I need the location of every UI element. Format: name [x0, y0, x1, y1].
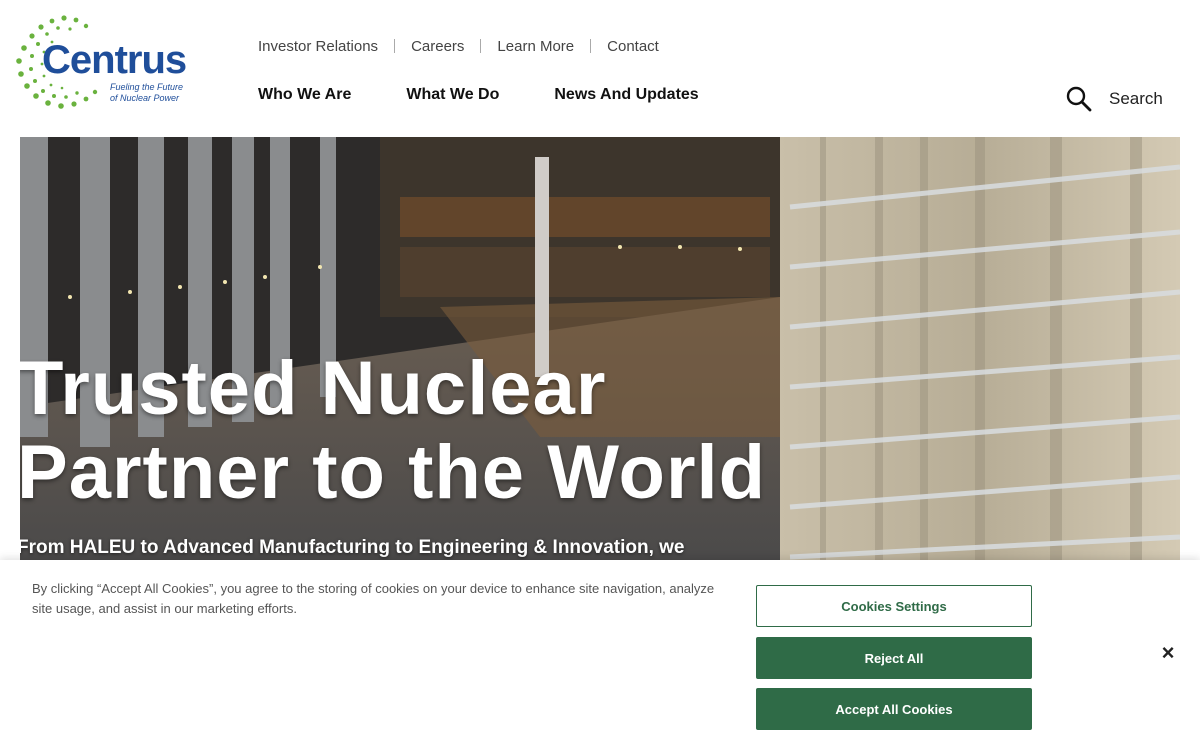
- cookie-consent-banner: By clicking “Accept All Cookies”, you ag…: [0, 560, 1200, 750]
- search-button[interactable]: Search: [1066, 86, 1163, 112]
- nav-divider: [590, 39, 592, 53]
- nav-what-we-do[interactable]: What We Do: [406, 86, 499, 104]
- nav-who-we-are[interactable]: Who We Are: [258, 86, 351, 104]
- logo-tagline-line1: Fueling the Future: [110, 82, 184, 92]
- nav-learn-more[interactable]: Learn More: [497, 38, 574, 55]
- search-label: Search: [1109, 89, 1163, 108]
- hero-banner: Trusted Nuclear Partner to the World Fro…: [20, 137, 1180, 560]
- close-icon[interactable]: ×: [1155, 640, 1181, 666]
- nav-divider: [480, 39, 482, 53]
- cookies-settings-button[interactable]: Cookies Settings: [756, 585, 1032, 627]
- nav-news-and-updates[interactable]: News And Updates: [554, 86, 698, 104]
- hero-subtitle: From HALEU to Advanced Manufacturing to …: [20, 537, 685, 558]
- hero-title: Trusted Nuclear Partner to the World: [20, 347, 766, 515]
- nav-investor-relations[interactable]: Investor Relations: [258, 38, 378, 55]
- nav-careers[interactable]: Careers: [411, 38, 464, 55]
- hero-title-line2: Partner to the World: [20, 430, 767, 515]
- search-icon: [1066, 86, 1092, 112]
- main-nav: Who We Are What We Do News And Updates: [258, 86, 754, 104]
- site-header: Centrus Fueling the Future of Nuclear Po…: [0, 0, 1200, 137]
- hero-title-line1: Trusted Nuclear: [20, 346, 607, 431]
- logo-wordmark: Centrus: [42, 38, 187, 82]
- nav-contact[interactable]: Contact: [607, 38, 659, 55]
- logo-tagline-line2: of Nuclear Power: [110, 93, 180, 103]
- logo-tagline: Fueling the Future of Nuclear Power: [110, 82, 190, 104]
- centrus-logo[interactable]: Centrus Fueling the Future of Nuclear Po…: [14, 14, 190, 110]
- utility-nav: Investor Relations Careers Learn More Co…: [258, 37, 659, 55]
- reject-all-button[interactable]: Reject All: [756, 637, 1032, 679]
- accept-all-cookies-button[interactable]: Accept All Cookies: [756, 688, 1032, 730]
- cookie-notice-text: By clicking “Accept All Cookies”, you ag…: [32, 581, 715, 616]
- nav-divider: [394, 39, 396, 53]
